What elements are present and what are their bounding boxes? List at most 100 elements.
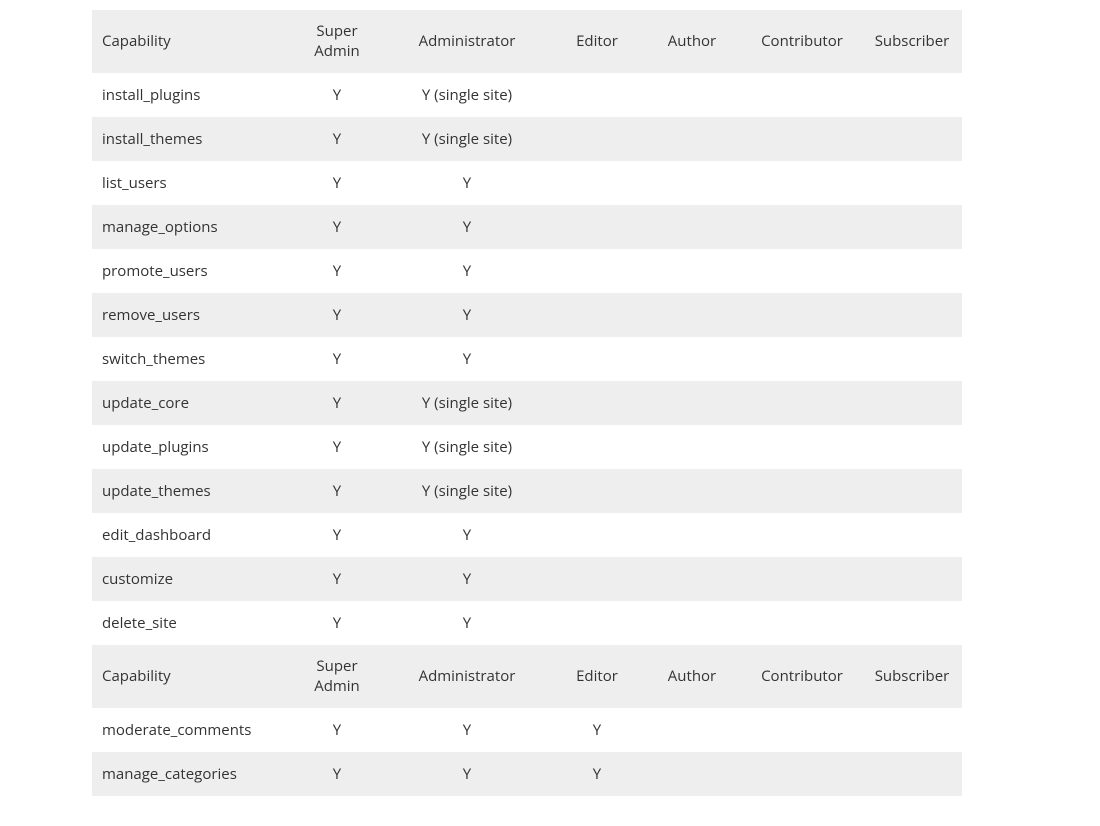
cell-super-admin: Y xyxy=(292,469,382,513)
cell-super-admin: Y xyxy=(292,337,382,381)
cell-administrator: Y (single site) xyxy=(382,425,552,469)
cell-subscriber xyxy=(862,337,962,381)
cell-author xyxy=(642,73,742,117)
table-row: install_pluginsYY (single site) xyxy=(92,73,962,117)
cell-editor xyxy=(552,117,642,161)
cell-administrator: Y xyxy=(382,205,552,249)
cell-administrator: Y (single site) xyxy=(382,73,552,117)
cell-editor xyxy=(552,161,642,205)
cell-subscriber xyxy=(862,293,962,337)
cell-editor xyxy=(552,469,642,513)
table-row: promote_usersYY xyxy=(92,249,962,293)
cell-author xyxy=(642,513,742,557)
col-subscriber: Subscriber xyxy=(862,645,962,708)
cell-capability: moderate_comments xyxy=(92,708,292,752)
cell-administrator: Y xyxy=(382,557,552,601)
cell-contributor xyxy=(742,381,862,425)
cell-contributor xyxy=(742,752,862,796)
cell-subscriber xyxy=(862,752,962,796)
cell-administrator: Y xyxy=(382,249,552,293)
cell-contributor xyxy=(742,708,862,752)
cell-contributor xyxy=(742,205,862,249)
col-author: Author xyxy=(642,10,742,73)
table-row: install_themesYY (single site) xyxy=(92,117,962,161)
cell-subscriber xyxy=(862,73,962,117)
cell-editor xyxy=(552,249,642,293)
col-author: Author xyxy=(642,645,742,708)
cell-author xyxy=(642,205,742,249)
col-contributor: Contributor xyxy=(742,645,862,708)
capabilities-table-1-body: install_pluginsYY (single site)install_t… xyxy=(92,73,962,645)
table-row: remove_usersYY xyxy=(92,293,962,337)
cell-super-admin: Y xyxy=(292,752,382,796)
cell-administrator: Y xyxy=(382,513,552,557)
cell-editor: Y xyxy=(552,708,642,752)
col-subscriber: Subscriber xyxy=(862,10,962,73)
cell-subscriber xyxy=(862,249,962,293)
capabilities-table-1: Capability Super Admin Administrator Edi… xyxy=(92,10,962,645)
cell-editor xyxy=(552,205,642,249)
cell-super-admin: Y xyxy=(292,601,382,645)
cell-contributor xyxy=(742,337,862,381)
cell-contributor xyxy=(742,73,862,117)
capabilities-table-2-body: moderate_commentsYYYmanage_categoriesYYY xyxy=(92,708,962,796)
cell-editor xyxy=(552,513,642,557)
cell-author xyxy=(642,601,742,645)
cell-subscriber xyxy=(862,708,962,752)
table-row: manage_categoriesYYY xyxy=(92,752,962,796)
cell-capability: remove_users xyxy=(92,293,292,337)
col-capability: Capability xyxy=(92,10,292,73)
table-row: update_themesYY (single site) xyxy=(92,469,962,513)
capabilities-table-2: Capability Super Admin Administrator Edi… xyxy=(92,645,962,796)
cell-contributor xyxy=(742,117,862,161)
cell-capability: promote_users xyxy=(92,249,292,293)
cell-subscriber xyxy=(862,513,962,557)
cell-capability: delete_site xyxy=(92,601,292,645)
cell-author xyxy=(642,161,742,205)
col-super-admin: Super Admin xyxy=(292,645,382,708)
capabilities-table-1-head: Capability Super Admin Administrator Edi… xyxy=(92,10,962,73)
cell-author xyxy=(642,381,742,425)
cell-administrator: Y (single site) xyxy=(382,381,552,425)
cell-author xyxy=(642,425,742,469)
cell-subscriber xyxy=(862,425,962,469)
cell-capability: install_plugins xyxy=(92,73,292,117)
col-administrator: Administrator xyxy=(382,645,552,708)
cell-author xyxy=(642,249,742,293)
cell-super-admin: Y xyxy=(292,708,382,752)
table-row: list_usersYY xyxy=(92,161,962,205)
cell-contributor xyxy=(742,425,862,469)
cell-administrator: Y xyxy=(382,601,552,645)
cell-super-admin: Y xyxy=(292,73,382,117)
cell-editor xyxy=(552,425,642,469)
table-row: delete_siteYY xyxy=(92,601,962,645)
cell-subscriber xyxy=(862,161,962,205)
cell-super-admin: Y xyxy=(292,117,382,161)
cell-administrator: Y xyxy=(382,161,552,205)
cell-editor xyxy=(552,293,642,337)
col-editor: Editor xyxy=(552,10,642,73)
cell-subscriber xyxy=(862,469,962,513)
cell-capability: customize xyxy=(92,557,292,601)
cell-subscriber xyxy=(862,205,962,249)
cell-editor xyxy=(552,337,642,381)
cell-contributor xyxy=(742,161,862,205)
cell-subscriber xyxy=(862,117,962,161)
cell-contributor xyxy=(742,249,862,293)
header-row: Capability Super Admin Administrator Edi… xyxy=(92,10,962,73)
table-row: manage_optionsYY xyxy=(92,205,962,249)
cell-author xyxy=(642,117,742,161)
cell-super-admin: Y xyxy=(292,513,382,557)
col-contributor: Contributor xyxy=(742,10,862,73)
cell-editor xyxy=(552,381,642,425)
cell-editor xyxy=(552,73,642,117)
cell-contributor xyxy=(742,601,862,645)
cell-contributor xyxy=(742,513,862,557)
cell-editor: Y xyxy=(552,752,642,796)
cell-administrator: Y (single site) xyxy=(382,117,552,161)
cell-author xyxy=(642,557,742,601)
cell-subscriber xyxy=(862,601,962,645)
cell-contributor xyxy=(742,469,862,513)
cell-capability: manage_options xyxy=(92,205,292,249)
cell-super-admin: Y xyxy=(292,205,382,249)
